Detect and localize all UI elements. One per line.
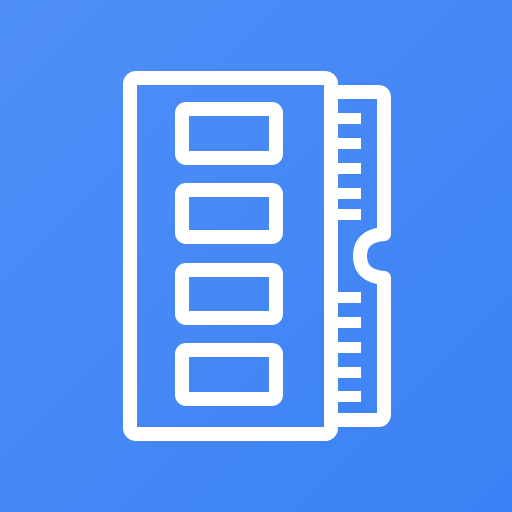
contact-pin	[337, 367, 361, 378]
memory-chip	[175, 343, 283, 406]
contact-pin	[337, 209, 361, 220]
contact-pin	[337, 317, 361, 328]
memory-module-outline	[123, 71, 391, 441]
contact-pin	[337, 188, 361, 199]
contact-pin	[337, 292, 361, 303]
contact-pin	[337, 342, 361, 353]
contact-pin	[337, 391, 361, 402]
app-icon[interactable]	[0, 0, 512, 512]
contact-pin	[337, 138, 361, 149]
memory-chip	[175, 263, 283, 325]
contact-pin	[337, 163, 361, 174]
memory-chip	[175, 183, 283, 244]
memory-chip	[175, 102, 283, 165]
memory-module-icon	[123, 71, 391, 441]
contact-pin	[337, 113, 361, 124]
memory-board	[123, 71, 338, 441]
